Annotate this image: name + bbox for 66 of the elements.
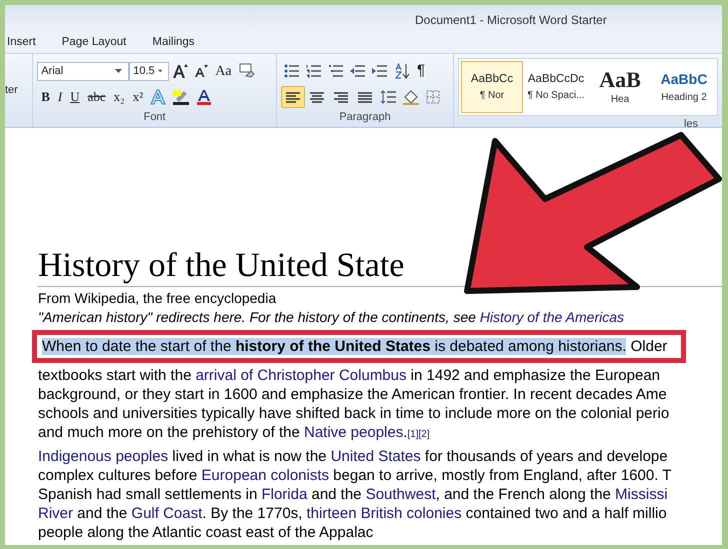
group-label: Font xyxy=(142,110,167,124)
text-link[interactable]: thirteen British colonies xyxy=(306,505,462,522)
paragraph-line: River and the Gulf Coast. By the 1770s, thirteen British colonies contained two and a half millio xyxy=(38,504,668,523)
show-marks-button[interactable]: ¶ xyxy=(413,60,430,82)
paragraph-line: Indigenous peoples lived in what is now the United States for thousands of years and develope xyxy=(38,447,669,466)
change-case-button[interactable]: Aa xyxy=(211,60,236,82)
font-color-icon[interactable] xyxy=(196,89,212,105)
align-icon xyxy=(357,90,374,104)
group-label: les xyxy=(682,117,699,132)
numbering-icon[interactable] xyxy=(306,64,322,78)
multilevel-list-icon[interactable] xyxy=(328,64,344,78)
format-button[interactable]: B xyxy=(37,86,54,108)
paragraph-line: textbooks start with the arrival of Christopher Columbus in 1492 and emphasize the European xyxy=(38,366,662,385)
text-link[interactable]: Gulf Coast xyxy=(131,505,202,522)
text-effects-icon[interactable] xyxy=(150,89,166,105)
ribbon-tab[interactable]: Mailings xyxy=(152,32,207,52)
reference-link[interactable]: [1][2] xyxy=(407,429,430,440)
align-button[interactable] xyxy=(281,86,306,108)
text-link[interactable]: United States xyxy=(330,448,421,465)
dropdown-icon[interactable] xyxy=(115,69,122,73)
text-link[interactable]: Florida xyxy=(261,486,308,503)
shrink-font-icon[interactable] xyxy=(194,64,208,78)
format-button[interactable]: x₂ xyxy=(110,86,129,108)
align-icon xyxy=(285,90,302,104)
align-icon xyxy=(309,90,326,104)
paragraph-line: Spanish had small settlements in Florida and the Southwest, and the French along the Mississi xyxy=(38,485,669,504)
ribbon-tab[interactable]: Insert xyxy=(7,32,48,52)
paragraph-line: schools and universities typically have shifted back in time to include more on the colonial perio xyxy=(38,404,670,423)
style-gallery-item[interactable]: AaBbCc ¶ Nor xyxy=(461,61,523,113)
window-title: Document1 - Microsoft Word Starter xyxy=(415,13,607,27)
text-link[interactable]: Southwest xyxy=(366,486,436,503)
font-name-field[interactable]: Arial xyxy=(37,62,130,80)
article-subtitle: From Wikipedia, the free encyclopedia xyxy=(38,289,278,308)
paragraph-line: background, or they start in 1600 and emphasize the American frontier. In recent decades Ame xyxy=(38,385,668,404)
group-label: Paragraph xyxy=(338,110,392,124)
highlighter-icon[interactable] xyxy=(172,89,190,105)
paragraph-line: When to date the start of the history of the United States is debated among historians. Older xyxy=(42,337,668,356)
text-link[interactable]: European colonists xyxy=(201,467,330,484)
paragraph-line: complex cultures before European colonists began to arrive, mostly from England, after 1600. T xyxy=(38,466,672,485)
borders-icon[interactable] xyxy=(426,90,440,104)
format-button[interactable]: x² xyxy=(128,86,148,108)
text-link[interactable]: River xyxy=(38,505,74,522)
paragraph-line: people along the Atlantic coast east of the Appalac xyxy=(38,523,374,542)
hatnote-line: "American history" redirects here. For the history of the continents, see History of the Americas xyxy=(38,308,626,327)
format-button[interactable]: U xyxy=(66,86,84,108)
ribbon-tab[interactable]: Page Layout xyxy=(62,32,138,52)
clear-formatting-icon[interactable] xyxy=(238,63,255,79)
font-size-field[interactable]: 10.5 xyxy=(129,62,170,80)
text-link[interactable]: Native peoples xyxy=(304,424,404,441)
format-button[interactable]: I xyxy=(54,86,66,108)
paragraph-line: and much more on the prehistory of the Native peoples.[1][2] xyxy=(38,423,431,442)
align-icon xyxy=(333,90,350,104)
decrease-indent-icon[interactable] xyxy=(350,64,366,78)
shading-icon[interactable] xyxy=(402,89,420,105)
text-link[interactable]: History of the Americas xyxy=(480,309,624,325)
text-link[interactable]: arrival of Christopher Columbus xyxy=(196,367,406,384)
grow-font-icon[interactable] xyxy=(172,63,188,79)
increase-indent-icon[interactable] xyxy=(372,64,388,78)
text-link[interactable]: Mississi xyxy=(615,486,668,503)
line-spacing-icon[interactable] xyxy=(380,90,396,104)
text-link[interactable]: Indigenous peoples xyxy=(38,448,168,465)
bullets-icon[interactable] xyxy=(284,64,300,78)
dropdown-icon[interactable] xyxy=(158,69,162,73)
clipboard-label: ter xyxy=(5,83,19,98)
sort-icon[interactable] xyxy=(394,63,410,79)
format-button[interactable]: abc xyxy=(84,86,110,108)
